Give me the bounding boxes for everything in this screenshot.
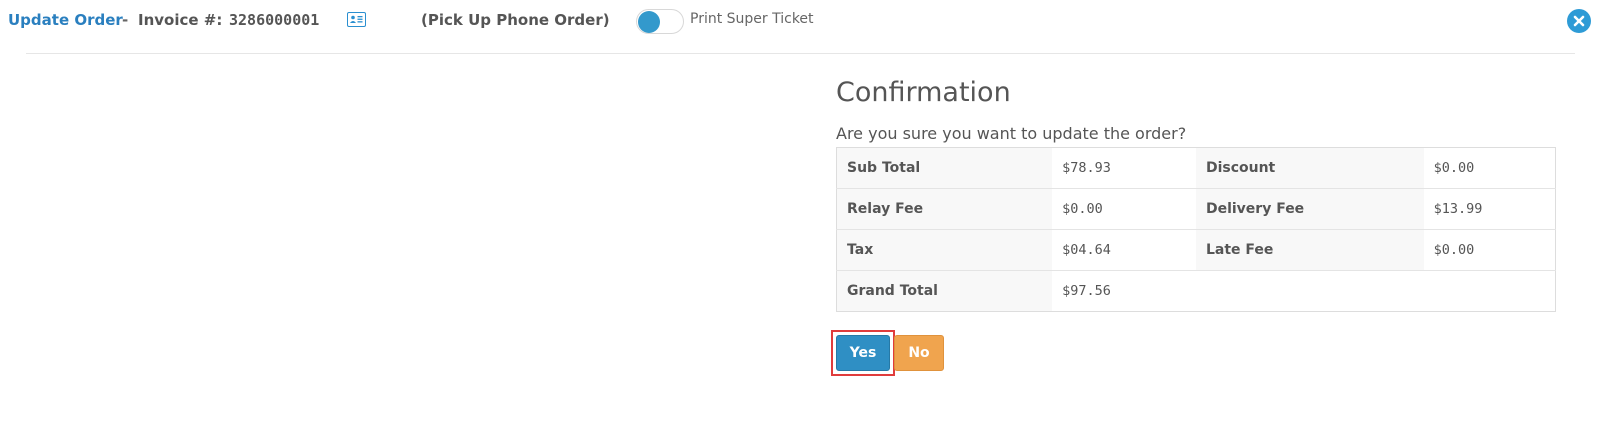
update-order-link[interactable]: Update Order [8,11,123,29]
invoice-number: 3286000001 [229,11,320,29]
close-icon [1573,15,1585,27]
empty-cell [1423,270,1556,312]
header-divider [26,53,1575,54]
print-super-ticket-toggle[interactable] [636,9,684,34]
print-super-ticket-label: Print Super Ticket [690,11,814,27]
modal-header: Update Order - Invoice #: 3286000001 (Pi… [0,0,1600,42]
grand-total-value: $97.56 [1052,270,1196,312]
sub-total-value: $78.93 [1052,147,1196,189]
invoice-label: Invoice #: [138,11,223,29]
id-card-icon[interactable] [347,12,366,27]
tax-value: $04.64 [1052,229,1196,271]
table-row: Grand Total $97.56 [836,270,1556,312]
relay-fee-value: $0.00 [1052,188,1196,230]
no-button[interactable]: No [894,335,944,371]
order-summary-table: Sub Total $78.93 Discount $0.00 Relay Fe… [836,147,1556,312]
discount-label: Discount [1195,147,1424,189]
relay-fee-label: Relay Fee [836,188,1053,230]
empty-cell [1195,270,1424,312]
table-row: Relay Fee $0.00 Delivery Fee $13.99 [836,188,1556,230]
close-button[interactable] [1567,9,1591,33]
tax-label: Tax [836,229,1053,271]
yes-button[interactable]: Yes [836,335,890,371]
late-fee-value: $0.00 [1423,229,1556,271]
confirmation-message: Are you sure you want to update the orde… [836,124,1187,143]
delivery-fee-value: $13.99 [1423,188,1556,230]
title-separator: - [122,11,129,29]
table-row: Sub Total $78.93 Discount $0.00 [836,147,1556,189]
discount-value: $0.00 [1423,147,1556,189]
sub-total-label: Sub Total [836,147,1053,189]
grand-total-label: Grand Total [836,270,1053,312]
late-fee-label: Late Fee [1195,229,1424,271]
delivery-fee-label: Delivery Fee [1195,188,1424,230]
toggle-knob [638,11,660,33]
confirmation-title: Confirmation [836,77,1011,108]
table-row: Tax $04.64 Late Fee $0.00 [836,229,1556,271]
order-type-label: (Pick Up Phone Order) [421,11,610,29]
